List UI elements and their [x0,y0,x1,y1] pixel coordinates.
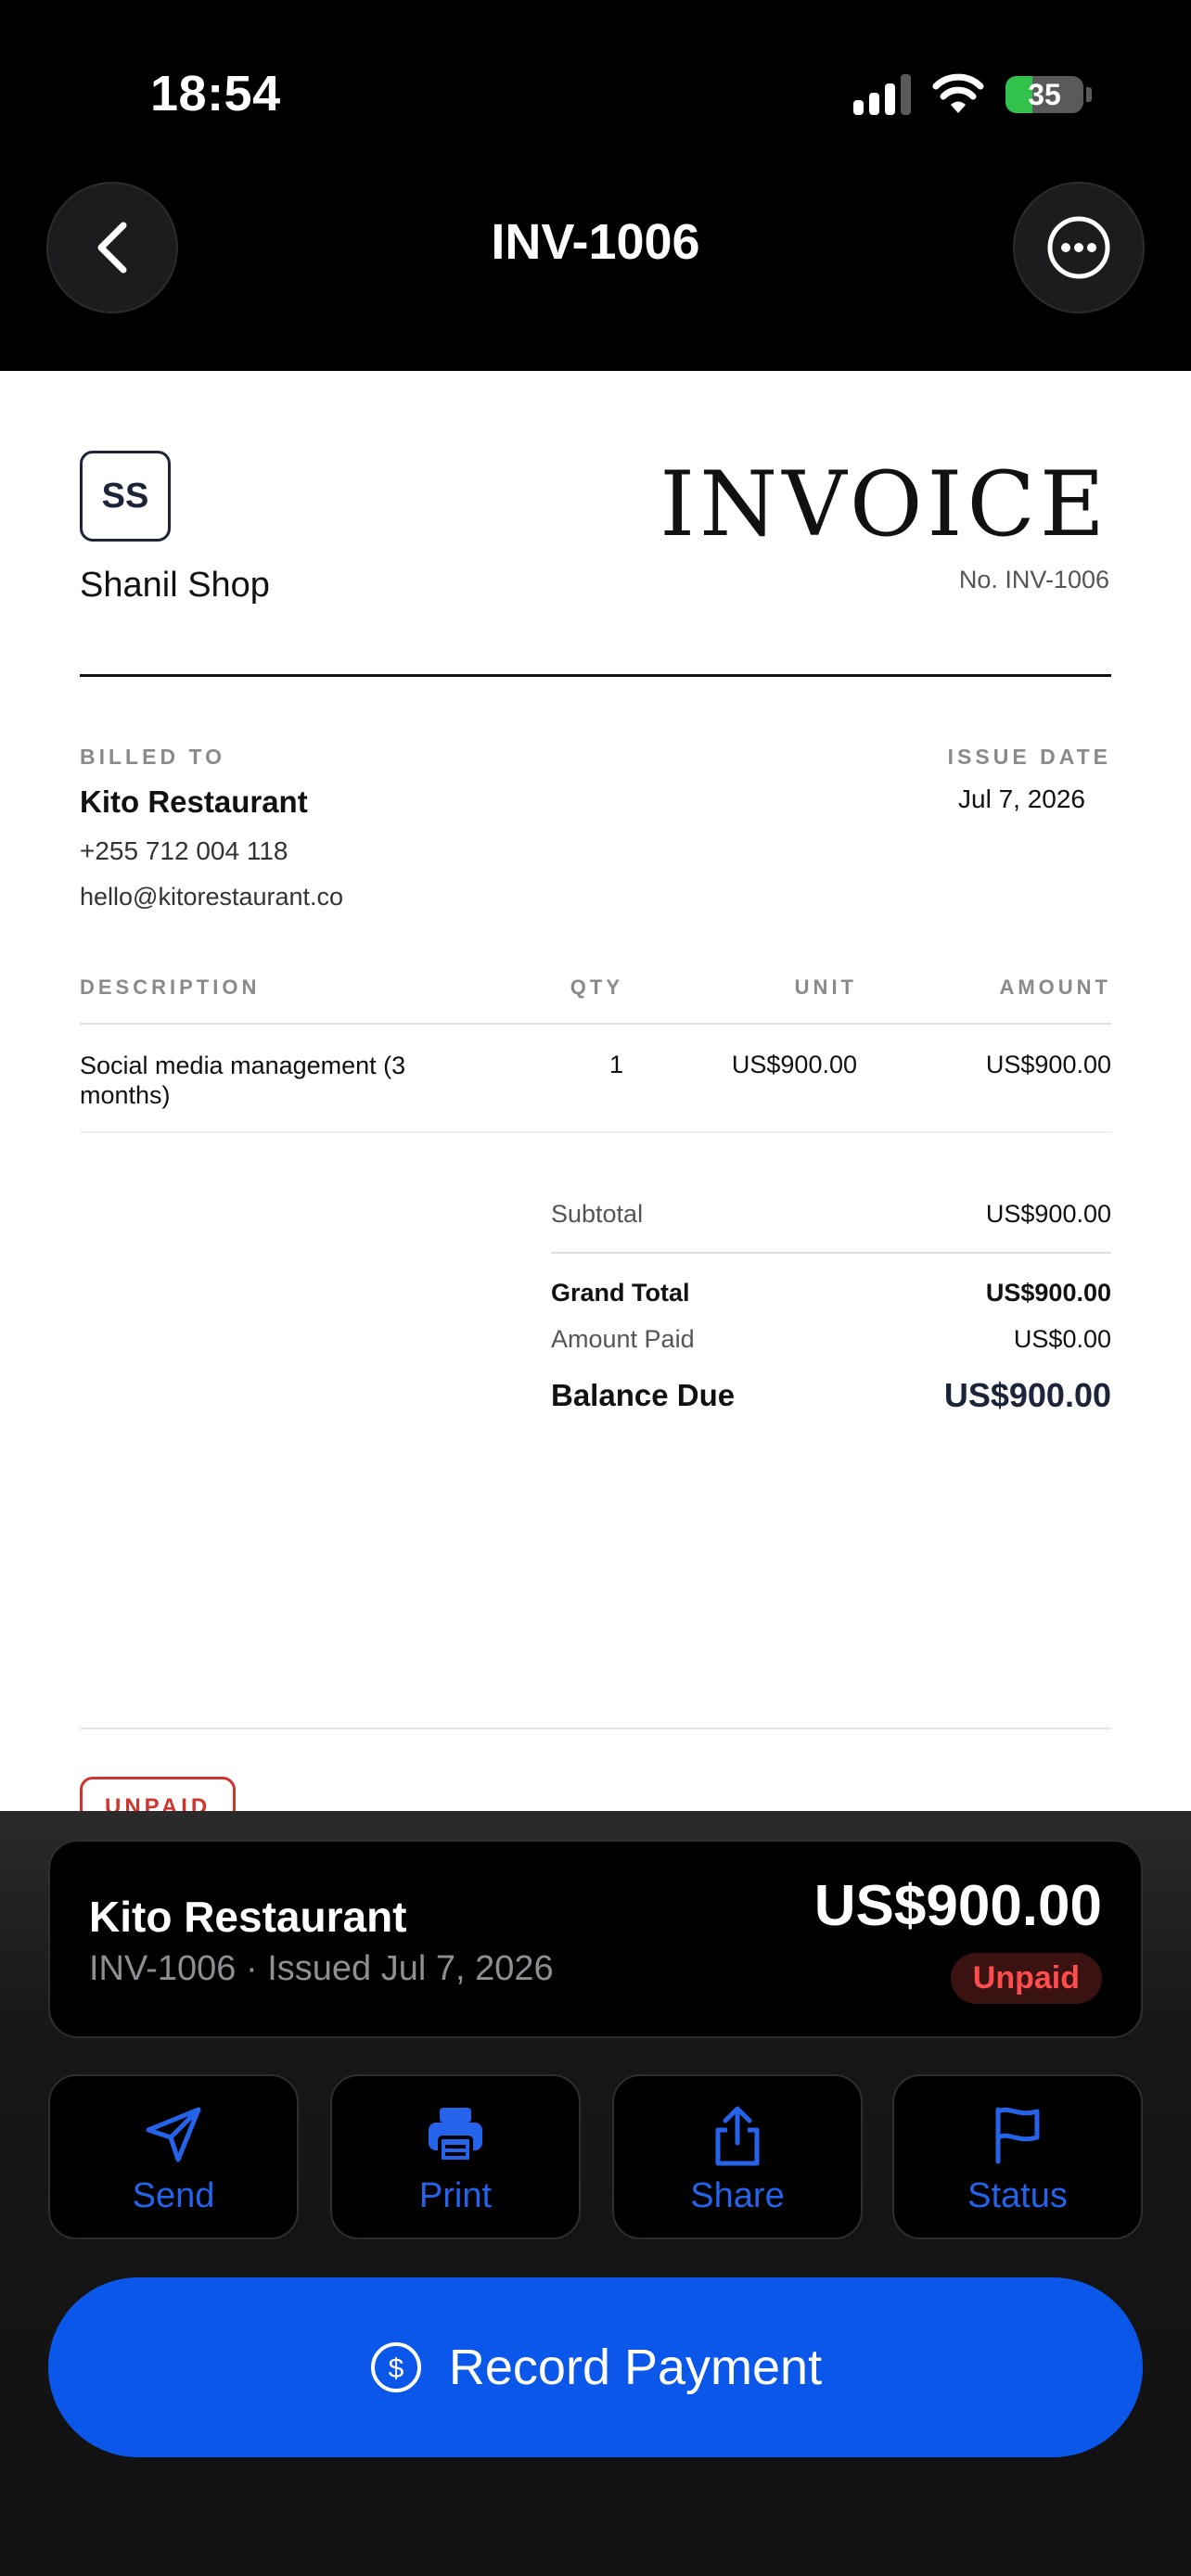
column-header-unit: UNIT [794,976,857,999]
line-item-unit-price: US$900.00 [731,1051,857,1078]
grand-total-label: Grand Total [551,1279,690,1307]
client-phone: +255 712 004 118 [80,836,288,865]
client-name: Kito Restaurant [80,784,308,819]
table-row-divider [80,1131,1111,1133]
issue-date: Jul 7, 2026 [958,784,1085,813]
status-button[interactable]: Status [892,2074,1143,2239]
print-label: Print [418,2176,493,2215]
cellular-signal-icon [853,74,911,115]
dollar-circle-icon: $ [370,2342,421,2392]
send-icon [146,2107,201,2162]
more-options-button[interactable] [1013,182,1145,313]
summary-meta: INV-1006 · Issued Jul 7, 2026 [89,1949,554,1988]
balance-due-value: US$900.00 [943,1376,1111,1414]
ellipsis-circle-icon [1047,216,1110,279]
line-item-qty: 1 [608,1051,623,1078]
billed-to-label: BILLED TO [80,745,225,769]
invoice-heading: INVOICE [660,453,1109,556]
invoice-number: No. INV-1006 [958,566,1109,593]
share-icon [715,2106,760,2166]
flag-icon [995,2107,1040,2164]
status-time: 18:54 [150,66,281,121]
line-item-amount: US$900.00 [985,1051,1111,1078]
record-payment-label: Record Payment [448,2340,823,2395]
amount-paid-value: US$0.00 [1013,1325,1111,1353]
column-header-qty: QTY [570,976,623,999]
client-email: hello@kitorestaurant.co [80,883,344,911]
line-item-description: Social media management (3 months) [80,1052,406,1109]
printer-icon [429,2108,482,2163]
grand-total-value: US$900.00 [985,1279,1111,1307]
wifi-icon [932,73,984,113]
subtotal-label: Subtotal [551,1200,644,1228]
shop-name: Shanil Shop [80,566,270,605]
status-label: Status [967,2176,1068,2215]
shop-logo: SS [80,451,171,542]
print-button[interactable]: Print [330,2074,581,2239]
footer-divider [80,1728,1111,1729]
battery-percentage: 35 [1028,78,1061,111]
send-button[interactable]: Send [48,2074,299,2239]
battery-tip [1086,87,1092,102]
totals-divider [551,1252,1111,1254]
svg-text:$: $ [389,2353,404,2384]
status-badge: Unpaid [950,1953,1102,2004]
send-label: Send [132,2176,215,2215]
summary-amount: US$900.00 [813,1874,1102,1938]
share-button[interactable]: Share [612,2074,863,2239]
amount-paid-label: Amount Paid [551,1325,695,1353]
subtotal-value: US$900.00 [985,1200,1111,1228]
summary-client-name: Kito Restaurant [89,1893,407,1941]
header-divider [80,674,1111,677]
issue-date-label: ISSUE DATE [947,745,1111,769]
balance-due-label: Balance Due [551,1378,736,1412]
record-payment-button[interactable]: $ Record Payment [48,2277,1143,2457]
column-header-amount: AMOUNT [999,976,1111,999]
table-header-divider [80,1023,1111,1025]
status-bar: 18:54 35 [0,0,1191,185]
battery-indicator: 35 [1005,76,1083,113]
invoice-detail-screen: 18:54 35 INV-1006 SS Shanil Shop INVOICE… [0,0,1191,2576]
column-header-description: DESCRIPTION [80,976,261,999]
share-label: Share [690,2176,785,2215]
